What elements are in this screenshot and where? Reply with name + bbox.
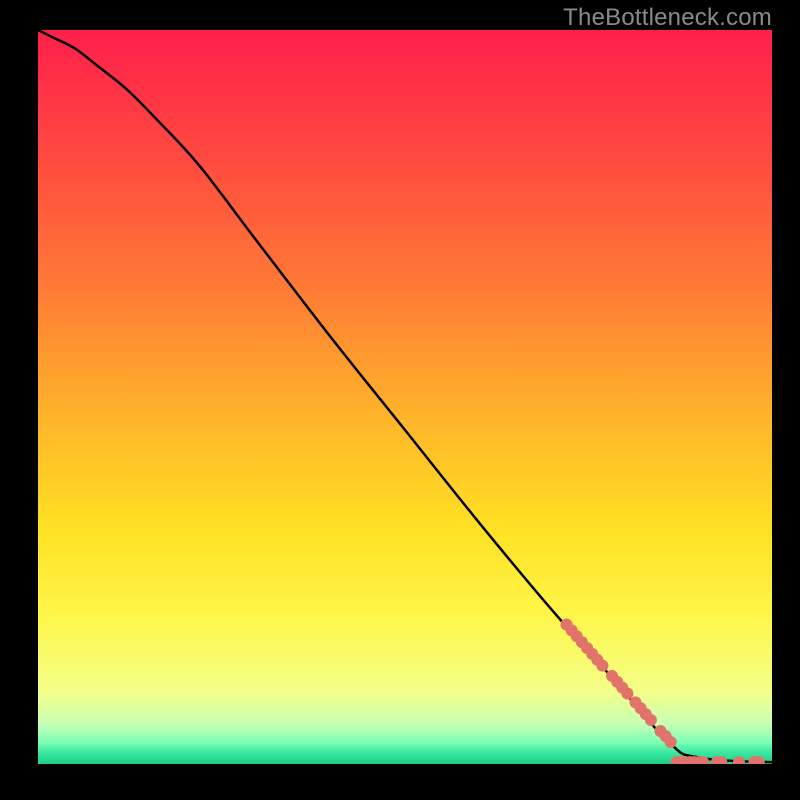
marker-dot-diag [665, 736, 677, 748]
marker-dot-diag [621, 688, 633, 700]
marker-dot-diag [596, 660, 608, 672]
marker-dot-diag [645, 714, 657, 726]
plot-area [38, 30, 772, 764]
watermark-text: TheBottleneck.com [563, 4, 772, 32]
chart-page: TheBottleneck.com [0, 0, 800, 800]
chart-background-gradient [38, 30, 772, 764]
bottleneck-chart [38, 30, 772, 764]
